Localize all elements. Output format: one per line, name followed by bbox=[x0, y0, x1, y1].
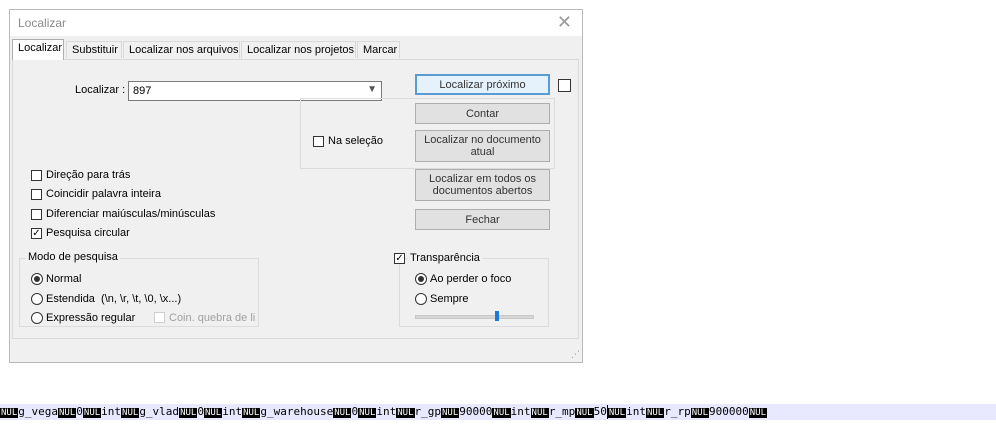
nul-control-char: NUL bbox=[396, 408, 415, 418]
editor-token: int bbox=[376, 405, 397, 418]
resize-grip-icon[interactable]: ⋰ bbox=[571, 349, 580, 360]
tab-replace[interactable]: Substituir bbox=[66, 41, 122, 58]
editor-token: g_vlad bbox=[139, 405, 180, 418]
match-case-label: Diferenciar maiúsculas/minúsculas bbox=[46, 208, 216, 220]
on-lose-focus-radio[interactable] bbox=[415, 273, 427, 285]
find-in-current-button[interactable]: Localizar no documento atual bbox=[415, 130, 550, 162]
nul-control-char: NUL bbox=[645, 408, 665, 418]
slider-thumb[interactable] bbox=[495, 311, 499, 321]
find-in-all-button[interactable]: Localizar em todos os documentos abertos bbox=[415, 169, 550, 201]
nul-control-char: NUL bbox=[492, 408, 511, 418]
tab-mark[interactable]: Marcar bbox=[357, 41, 400, 58]
find-label: Localizar : bbox=[75, 84, 126, 96]
nul-control-char: NUL bbox=[0, 408, 19, 418]
always-label: Sempre bbox=[430, 293, 469, 305]
find-panel: Localizar : 897 ▼ Localizar próximo Cont… bbox=[12, 59, 579, 339]
editor-token: 90000 bbox=[459, 405, 493, 418]
on-lose-focus-label: Ao perder o foco bbox=[430, 273, 512, 285]
matches-newline-checkbox[interactable] bbox=[154, 312, 165, 323]
matches-newline-label: Coin. quebra de lir bbox=[169, 312, 255, 324]
find-dialog: Localizar ✕ Localizar Substituir Localiz… bbox=[9, 9, 583, 363]
in-selection-label: Na seleção bbox=[328, 135, 384, 147]
editor-token: r_gp bbox=[414, 405, 442, 418]
editor-token: r_mp bbox=[548, 405, 576, 418]
wrap-around-checkbox[interactable]: ✓ bbox=[31, 228, 42, 239]
nul-control-char: NUL bbox=[358, 408, 377, 418]
nul-control-char: NUL bbox=[242, 408, 261, 418]
nul-control-char: NUL bbox=[333, 408, 352, 418]
wrap-around-label: Pesquisa circular bbox=[46, 227, 130, 239]
tab-find[interactable]: Localizar bbox=[12, 39, 64, 60]
mode-extended-radio[interactable] bbox=[31, 293, 43, 305]
tab-find-in-files[interactable]: Localizar nos arquivos bbox=[123, 41, 240, 58]
nul-control-char: NUL bbox=[530, 408, 549, 418]
nul-control-char: NUL bbox=[121, 408, 140, 418]
nul-control-char: NUL bbox=[203, 408, 223, 418]
nul-control-char: NUL bbox=[441, 408, 460, 418]
transparency-checkbox[interactable]: ✓ bbox=[394, 253, 405, 264]
editor-token: 900000 bbox=[709, 405, 749, 418]
in-selection-checkbox[interactable] bbox=[313, 136, 324, 147]
backward-checkbox[interactable] bbox=[31, 170, 42, 181]
nul-control-char: NUL bbox=[690, 408, 709, 418]
backward-label: Direção para trás bbox=[46, 169, 131, 181]
editor-token: 50 bbox=[593, 405, 607, 418]
editor-line[interactable]: NULg_vegaNUL0NULintNULg_vladNUL0NULintNU… bbox=[0, 404, 996, 420]
mode-normal-radio[interactable] bbox=[31, 273, 43, 285]
editor-token: 0 bbox=[197, 405, 204, 418]
editor-token: int bbox=[626, 405, 646, 418]
count-button[interactable]: Contar bbox=[415, 103, 550, 124]
editor-token: 0 bbox=[76, 405, 83, 418]
title-bar: Localizar ✕ bbox=[10, 10, 582, 36]
find-next-button[interactable]: Localizar próximo bbox=[415, 74, 550, 95]
always-radio[interactable] bbox=[415, 293, 427, 305]
editor-token: int bbox=[510, 405, 531, 418]
find-input[interactable]: 897 bbox=[133, 85, 151, 97]
search-mode-title: Modo de pesquisa bbox=[26, 251, 120, 263]
match-case-checkbox[interactable] bbox=[31, 209, 42, 220]
tab-find-in-projects[interactable]: Localizar nos projetos bbox=[241, 41, 356, 58]
nul-control-char: NUL bbox=[82, 408, 102, 418]
mode-regex-label: Expressão regular bbox=[46, 312, 136, 324]
transparency-label: Transparência bbox=[408, 252, 482, 264]
close-icon[interactable]: ✕ bbox=[557, 12, 572, 33]
mode-regex-radio[interactable] bbox=[31, 312, 43, 324]
mode-extended-label: Estendida (\n, \r, \t, \0, \x...) bbox=[46, 293, 182, 305]
nul-control-char: NUL bbox=[607, 408, 627, 418]
whole-word-checkbox[interactable] bbox=[31, 189, 42, 200]
extra-checkbox[interactable] bbox=[558, 79, 571, 92]
editor-token: g_vega bbox=[18, 405, 59, 418]
nul-control-char: NUL bbox=[179, 408, 198, 418]
window-title: Localizar bbox=[18, 16, 67, 30]
editor-token: int bbox=[101, 405, 122, 418]
mode-normal-label: Normal bbox=[46, 273, 82, 285]
nul-control-char: NUL bbox=[748, 408, 768, 418]
close-button[interactable]: Fechar bbox=[415, 209, 550, 230]
nul-control-char: NUL bbox=[58, 408, 77, 418]
editor-token: g_warehouse bbox=[260, 405, 334, 418]
whole-word-label: Coincidir palavra inteira bbox=[46, 188, 161, 200]
transparency-slider[interactable] bbox=[415, 315, 534, 319]
editor-token: int bbox=[222, 405, 243, 418]
nul-control-char: NUL bbox=[575, 408, 594, 418]
chevron-down-icon[interactable]: ▼ bbox=[367, 84, 377, 95]
editor-token: r_rp bbox=[664, 405, 691, 418]
